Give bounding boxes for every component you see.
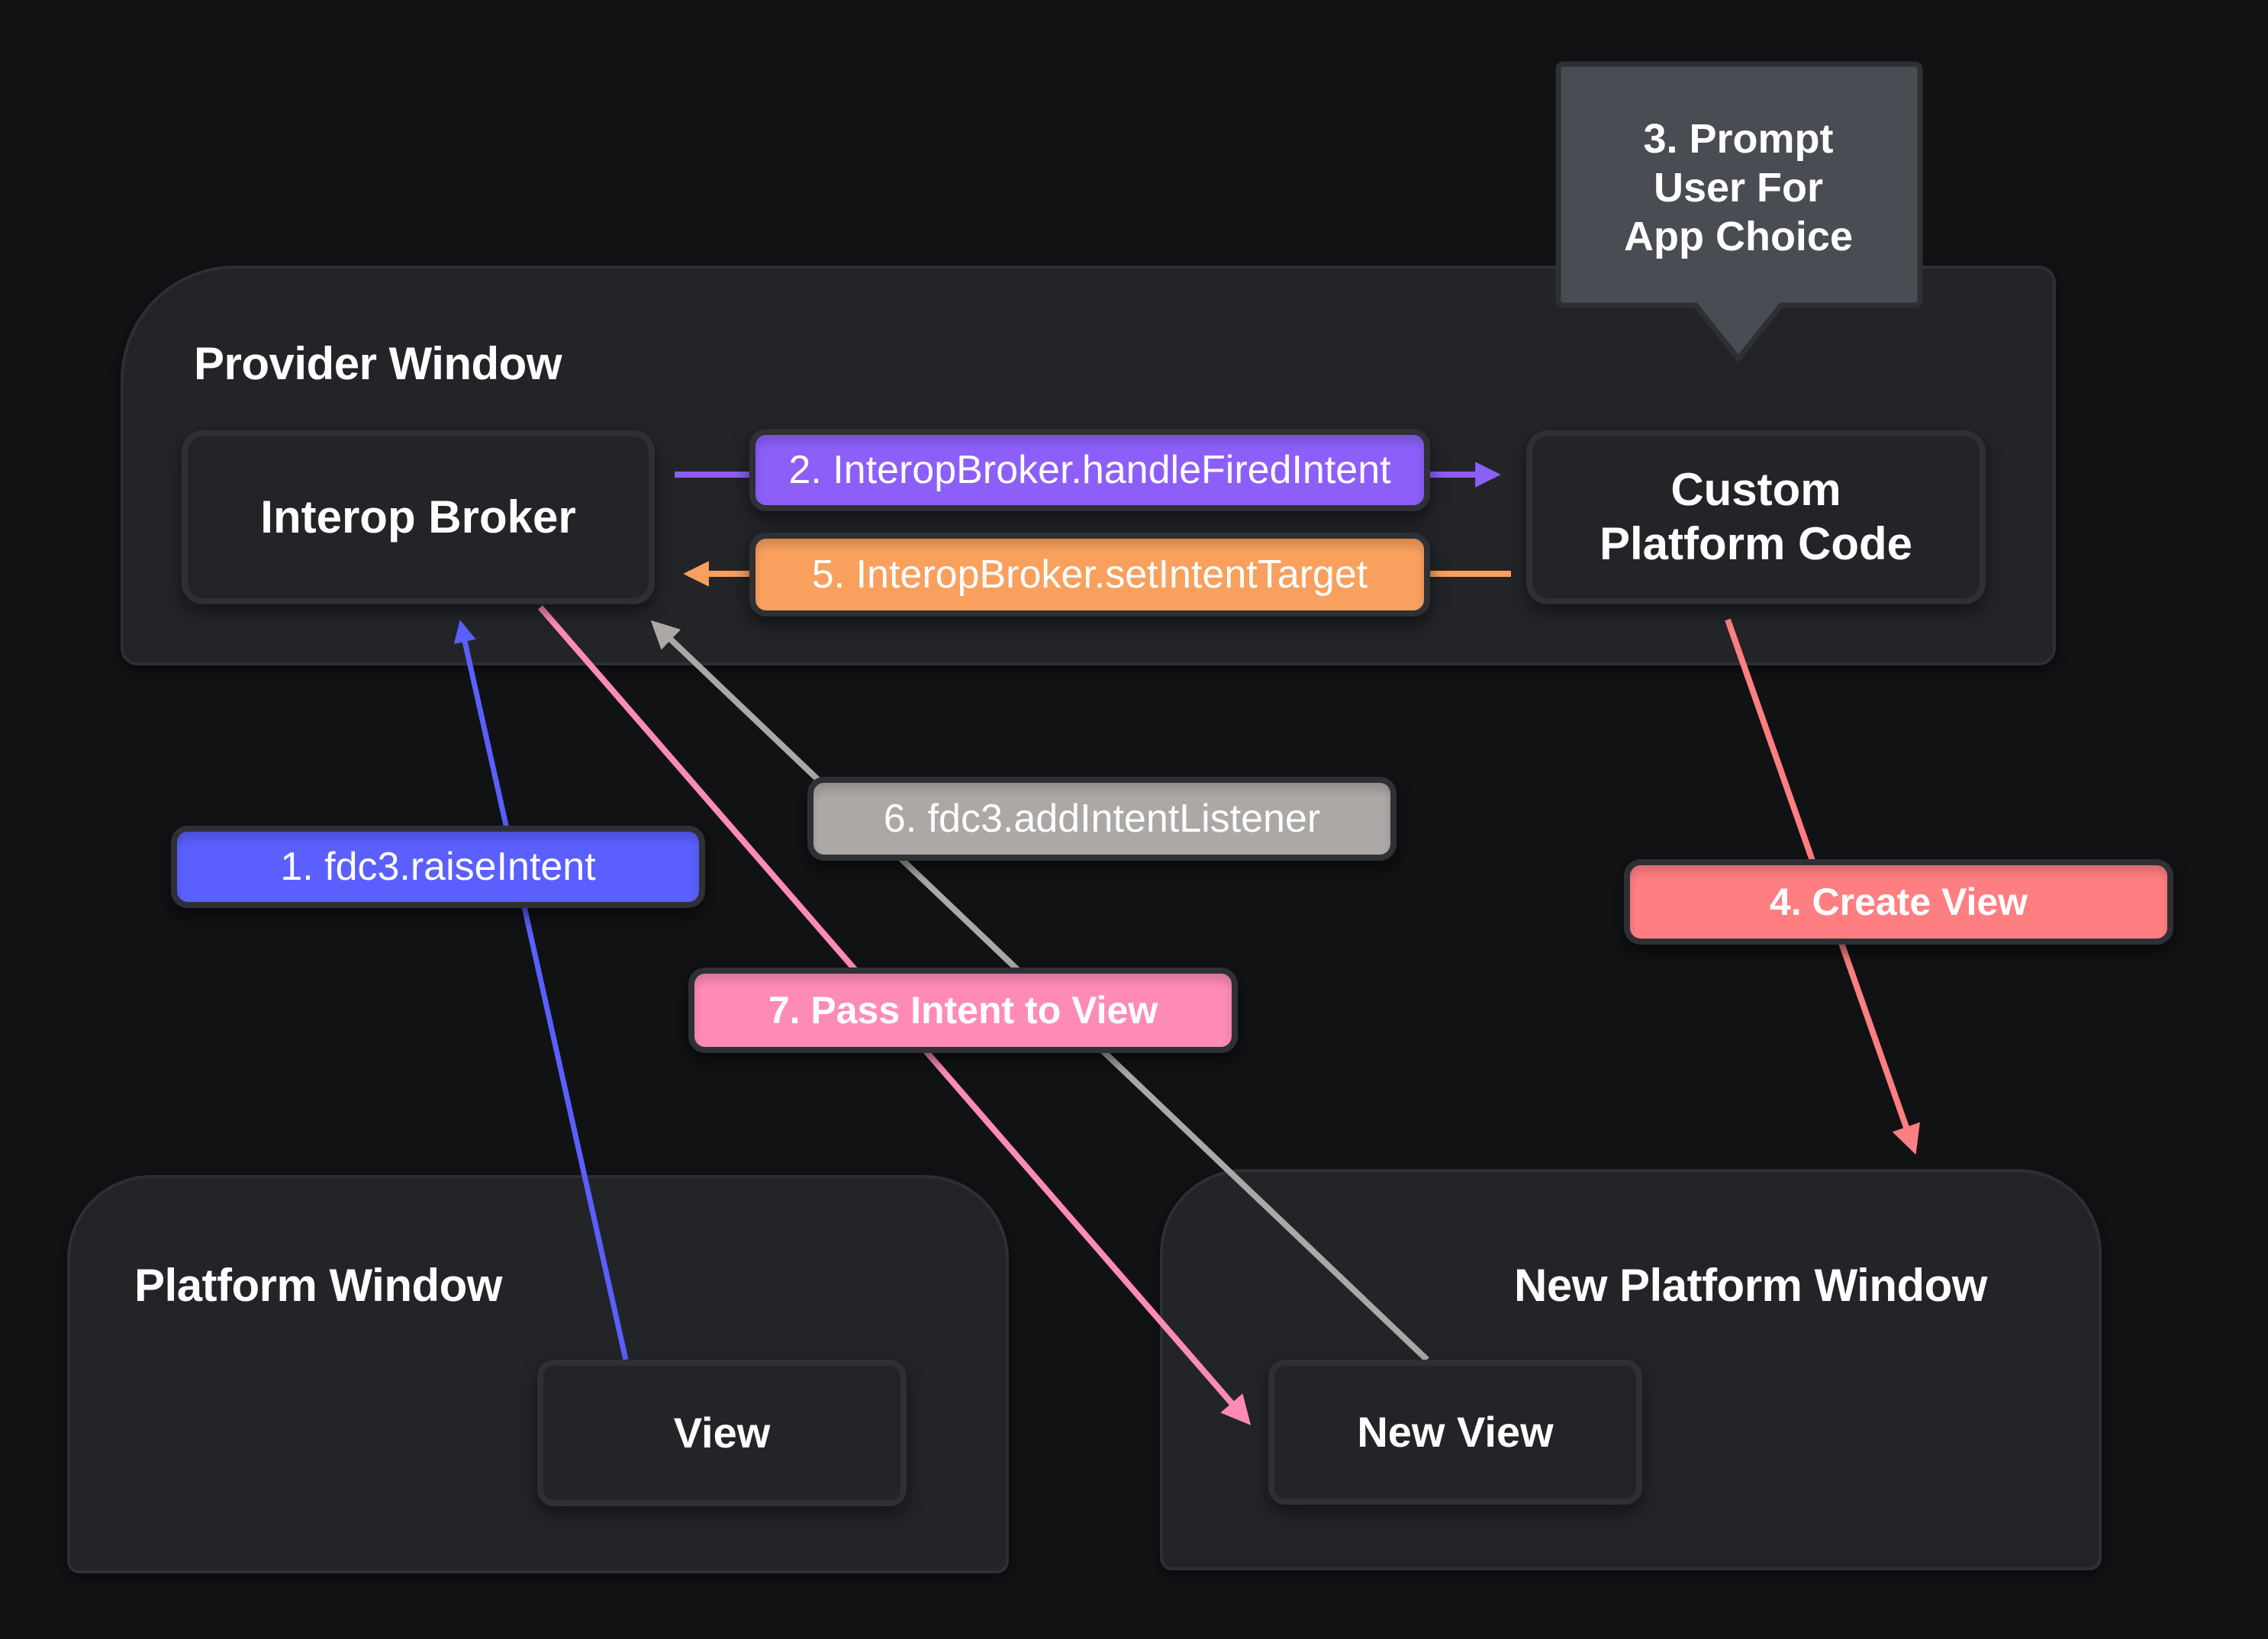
step5-text: 5. InteropBroker.setIntentTarget <box>811 552 1368 597</box>
step5-label: 5. InteropBroker.setIntentTarget <box>749 533 1430 617</box>
step7-label: 7. Pass Intent to View <box>688 968 1238 1053</box>
custom-platform-code-node: Custom Platform Code <box>1526 430 1986 604</box>
step7-text: 7. Pass Intent to View <box>768 989 1158 1032</box>
step6-text: 6. fdc3.addIntentListener <box>883 797 1321 841</box>
arrow-step1 <box>453 620 629 1360</box>
prompt-line-1: 3. Prompt <box>1643 116 1834 162</box>
prompt-callout-text: 3. Prompt User For App Choice <box>1558 114 1918 261</box>
view-node: View <box>537 1360 907 1506</box>
step6-label: 6. fdc3.addIntentListener <box>807 777 1397 861</box>
custom-platform-code-line-2: Platform Code <box>1599 518 1913 569</box>
step2-text: 2. InteropBroker.handleFiredIntent <box>788 448 1391 492</box>
new-view-label: New View <box>1357 1407 1554 1456</box>
new-view-node: New View <box>1268 1360 1642 1505</box>
interop-broker-node: Interop Broker <box>182 430 655 604</box>
prompt-line-3: App Choice <box>1623 214 1853 259</box>
interop-broker-label: Interop Broker <box>260 491 576 543</box>
view-label: View <box>673 1408 771 1457</box>
step4-label: 4. Create View <box>1624 859 2173 945</box>
step4-text: 4. Create View <box>1769 881 2028 923</box>
step1-label: 1. fdc3.raiseIntent <box>171 826 705 908</box>
prompt-line-2: User For <box>1653 165 1824 211</box>
step2-label: 2. InteropBroker.handleFiredIntent <box>749 429 1430 511</box>
step1-text: 1. fdc3.raiseIntent <box>280 845 596 889</box>
custom-platform-code-line-1: Custom <box>1670 464 1841 516</box>
